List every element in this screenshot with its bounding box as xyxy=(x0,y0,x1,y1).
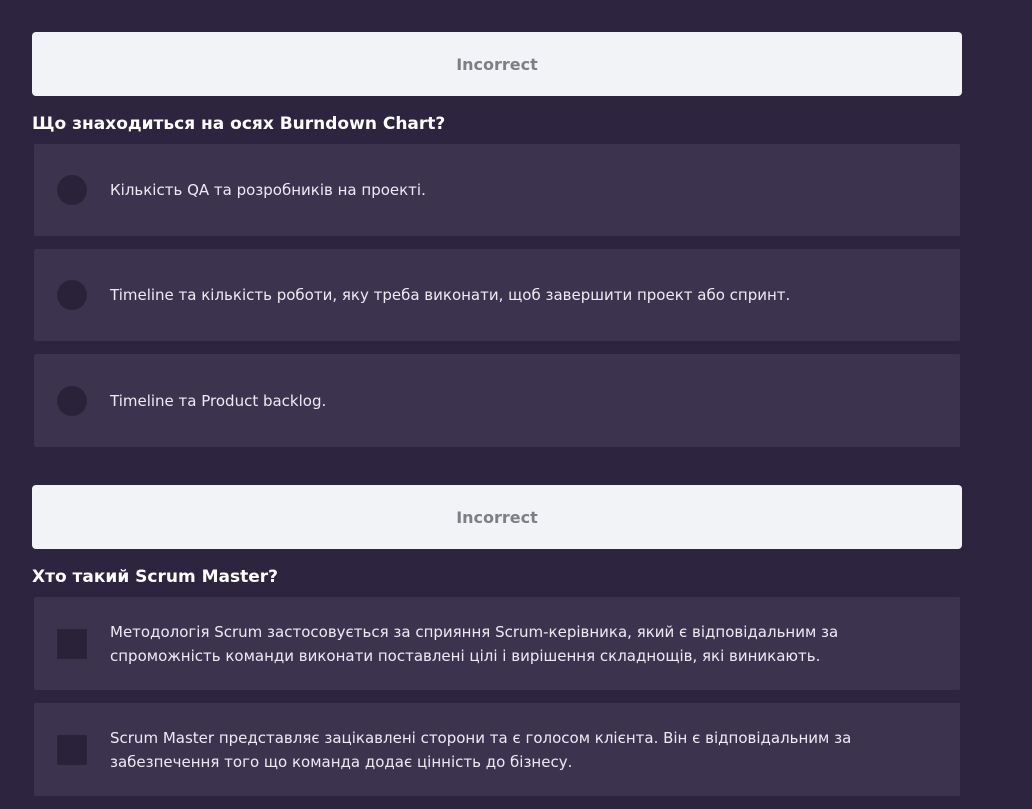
answer-option-label: Методологія Scrum застосовується за спри… xyxy=(110,622,839,665)
answer-option-label: Scrum Master представляє зацікавлені сто… xyxy=(110,728,852,771)
radio-button[interactable] xyxy=(57,385,87,416)
answer-option[interactable]: Scrum Master представляє зацікавлені сто… xyxy=(34,703,960,796)
result-banner: Incorrect xyxy=(32,485,962,549)
checkbox[interactable] xyxy=(57,734,87,765)
answer-option[interactable]: Timeline та кількість роботи, яку треба … xyxy=(34,249,960,341)
question-title: Хто такий Scrum Master? xyxy=(32,567,279,587)
question-title: Що знаходиться на осях Burndown Chart? xyxy=(32,114,446,134)
answer-option-label: Timeline та Product backlog. xyxy=(110,391,327,410)
question-block-1: Incorrect Що знаходиться на осях Burndow… xyxy=(32,32,962,460)
answer-option[interactable]: Timeline та Product backlog. xyxy=(34,354,960,447)
answer-option[interactable]: Методологія Scrum застосовується за спри… xyxy=(34,597,960,690)
answer-option-label: Timeline та кількість роботи, яку треба … xyxy=(110,286,791,304)
result-banner: Incorrect xyxy=(32,32,962,96)
answer-option-label: Кількість QA та розробників на проекті. xyxy=(110,181,426,199)
radio-button[interactable] xyxy=(57,175,87,205)
radio-button[interactable] xyxy=(57,280,87,310)
answer-option[interactable]: Кількість QA та розробників на проекті. xyxy=(34,144,960,236)
question-block-2: Incorrect Хто такий Scrum Master? Методо… xyxy=(32,485,962,809)
checkbox[interactable] xyxy=(57,628,87,659)
